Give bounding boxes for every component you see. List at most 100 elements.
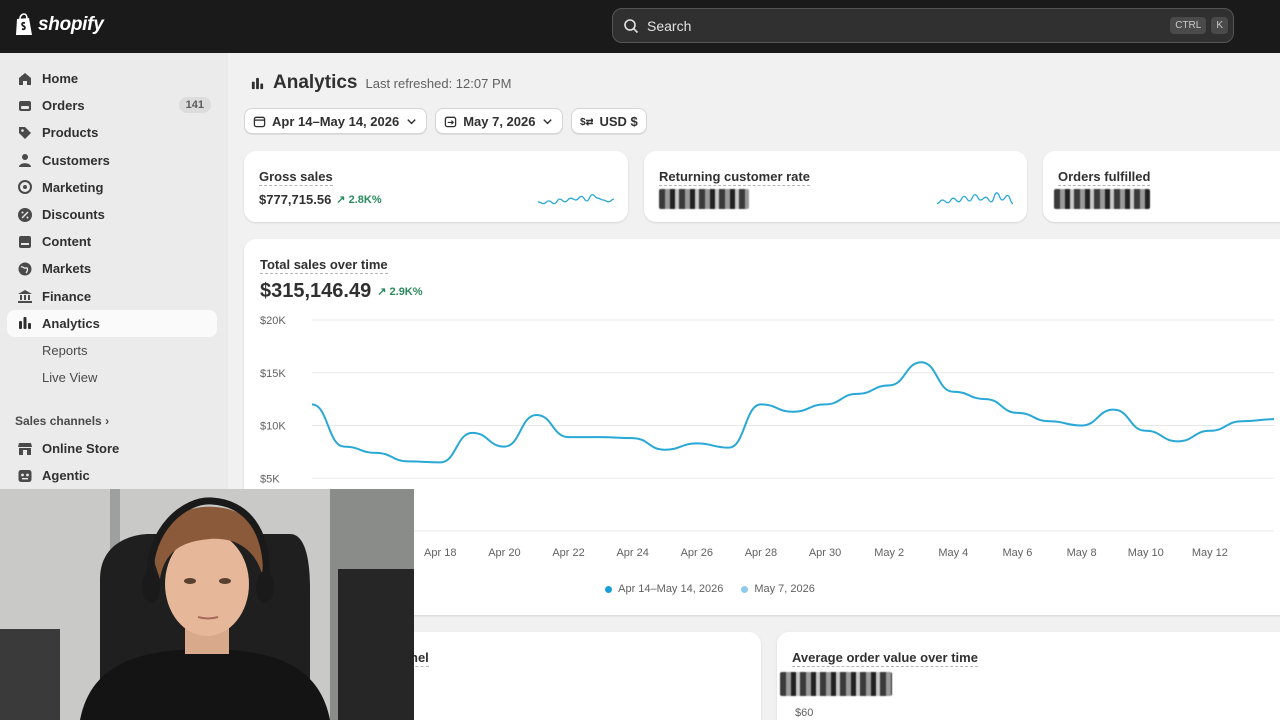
shortcut-ctrl: CTRL (1170, 17, 1207, 34)
sidebar-item-label: Analytics (42, 315, 100, 331)
store-icon (18, 442, 32, 455)
legend-dot (605, 585, 613, 593)
x-axis-tick: May 4 (938, 547, 968, 559)
series-line-current[interactable] (311, 361, 1275, 464)
shopify-bag-icon (16, 13, 32, 35)
sidebar-item-orders[interactable]: Orders 141 (7, 92, 217, 119)
y-axis-tick: $60 (795, 707, 814, 719)
sidebar-item-analytics[interactable]: Analytics (7, 309, 217, 337)
sales-channels-nav: Online Store Agentic (7, 435, 217, 489)
sidebar-item-home[interactable]: Home (7, 65, 217, 92)
sidebar-nav: Home Orders 141 Products Customers Marke… (7, 65, 217, 391)
bar-chart-icon (19, 317, 31, 330)
date-range-picker[interactable]: Apr 14–May 14, 2026 (244, 108, 428, 134)
discount-icon (18, 207, 32, 222)
metric-delta: ↗ 2.8K% (336, 194, 382, 206)
sidebar-item-discounts[interactable]: Discounts (7, 201, 217, 228)
x-axis-tick: May 8 (1067, 547, 1097, 559)
redacted-value (659, 189, 749, 209)
sidebar-item-live-view[interactable]: Live View (7, 364, 217, 391)
orders-count-badge: 141 (178, 97, 211, 114)
sidebar-item-label: Agentic (42, 468, 90, 484)
x-axis-tick: May 10 (1128, 547, 1164, 559)
metric-value-row: $777,715.56 ↗ 2.8K% (259, 192, 382, 207)
x-axis-tick: Apr 28 (745, 547, 777, 559)
sidebar-item-label: Marketing (42, 179, 104, 195)
sidebar-item-marketing[interactable]: Marketing (7, 174, 217, 201)
compare-date-label: May 7, 2026 (463, 113, 536, 129)
svg-text:$⇄: $⇄ (580, 117, 593, 128)
shortcut-k: K (1211, 17, 1228, 34)
x-axis-tick: Apr 18 (424, 547, 456, 559)
tag-icon (19, 126, 31, 139)
x-axis-tick: May 2 (874, 547, 904, 559)
chevron-down-icon (407, 118, 416, 124)
globe-icon (18, 262, 32, 276)
metric-label: Orders fulfilled (1058, 169, 1151, 186)
search-bar[interactable]: Search CTRL K (612, 8, 1234, 43)
sidebar-item-label: Content (42, 234, 92, 250)
metric-card-orders-fulfilled[interactable]: Orders fulfilled (1043, 151, 1280, 222)
card-title[interactable]: Average order value over time (792, 650, 978, 667)
average-order-value-card: Average order value over time $60 (777, 632, 1280, 720)
sparkline-path (537, 193, 615, 205)
metric-card-returning-customer-rate[interactable]: Returning customer rate (644, 151, 1027, 222)
chevron-right-icon: › (105, 414, 110, 428)
sidebar-item-products[interactable]: Products (7, 119, 217, 146)
shopify-logo[interactable]: shopify (14, 13, 104, 37)
y-axis-tick: $10K (260, 421, 286, 433)
x-axis-tick: Apr 20 (488, 547, 520, 559)
top-bar: shopify Search CTRL K (0, 0, 1280, 53)
sidebar-item-label: Markets (42, 261, 92, 277)
x-axis-tick: Apr 26 (681, 547, 713, 559)
metric-delta-value: 2.8K% (348, 194, 382, 206)
bar-chart-icon (251, 77, 264, 89)
search-placeholder: Search (647, 17, 692, 34)
y-axis-tick: $15K (260, 368, 286, 380)
sidebar-item-label: Reports (42, 342, 88, 358)
sidebar-item-markets[interactable]: Markets (7, 255, 217, 282)
target-icon (18, 180, 32, 195)
orders-icon (19, 100, 31, 111)
metric-card-gross-sales[interactable]: Gross sales $777,715.56 ↗ 2.8K% (244, 151, 628, 222)
search-icon (624, 18, 639, 33)
sidebar-item-label: Online Store (42, 441, 120, 457)
sidebar-item-agentic[interactable]: Agentic (7, 462, 217, 489)
metric-label: Returning customer rate (659, 169, 810, 186)
agentic-icon (18, 469, 32, 482)
chevron-down-icon (543, 118, 553, 124)
currency-label: USD $ (599, 113, 638, 129)
webcam-overlay (0, 489, 414, 720)
sidebar-item-label: Finance (42, 288, 92, 304)
sidebar-item-content[interactable]: Content (7, 228, 217, 255)
calendar-icon (253, 116, 266, 127)
sidebar-item-label: Discounts (42, 207, 105, 223)
filter-bar: Apr 14–May 14, 2026 May 7, 2026 $⇄ USD $ (244, 108, 647, 134)
compare-date-picker[interactable]: May 7, 2026 (435, 108, 564, 134)
sidebar-item-label: Orders (42, 98, 85, 114)
x-axis-tick: May 12 (1192, 547, 1228, 559)
legend-item-compare[interactable]: May 7, 2026 (741, 583, 815, 595)
sidebar-item-label: Products (42, 125, 99, 141)
legend-label: Apr 14–May 14, 2026 (618, 583, 724, 595)
x-axis-tick: Apr 22 (552, 547, 584, 559)
sparkline-path (936, 192, 1014, 205)
legend-dot (741, 585, 749, 593)
returning-rate-sparkline (936, 192, 1014, 205)
calendar-compare-icon (444, 116, 457, 127)
x-axis-tick: Apr 30 (809, 547, 841, 559)
sidebar-item-online-store[interactable]: Online Store (7, 435, 217, 462)
sidebar-item-customers[interactable]: Customers (7, 147, 217, 174)
page-header: Analytics Last refreshed: 12:07 PM (250, 72, 511, 94)
sidebar-item-finance[interactable]: Finance (7, 283, 217, 310)
webcam-person-image (0, 489, 414, 720)
currency-picker[interactable]: $⇄ USD $ (571, 108, 647, 134)
sales-channels-label: Sales channels (15, 414, 102, 428)
person-icon (19, 154, 31, 168)
sidebar-item-reports[interactable]: Reports (7, 337, 217, 364)
legend-label: May 7, 2026 (754, 583, 815, 595)
x-axis-tick: May 6 (1002, 547, 1032, 559)
legend-item-current[interactable]: Apr 14–May 14, 2026 (605, 583, 723, 595)
sales-channels-header[interactable]: Sales channels › (15, 414, 109, 428)
bank-icon (18, 290, 32, 304)
